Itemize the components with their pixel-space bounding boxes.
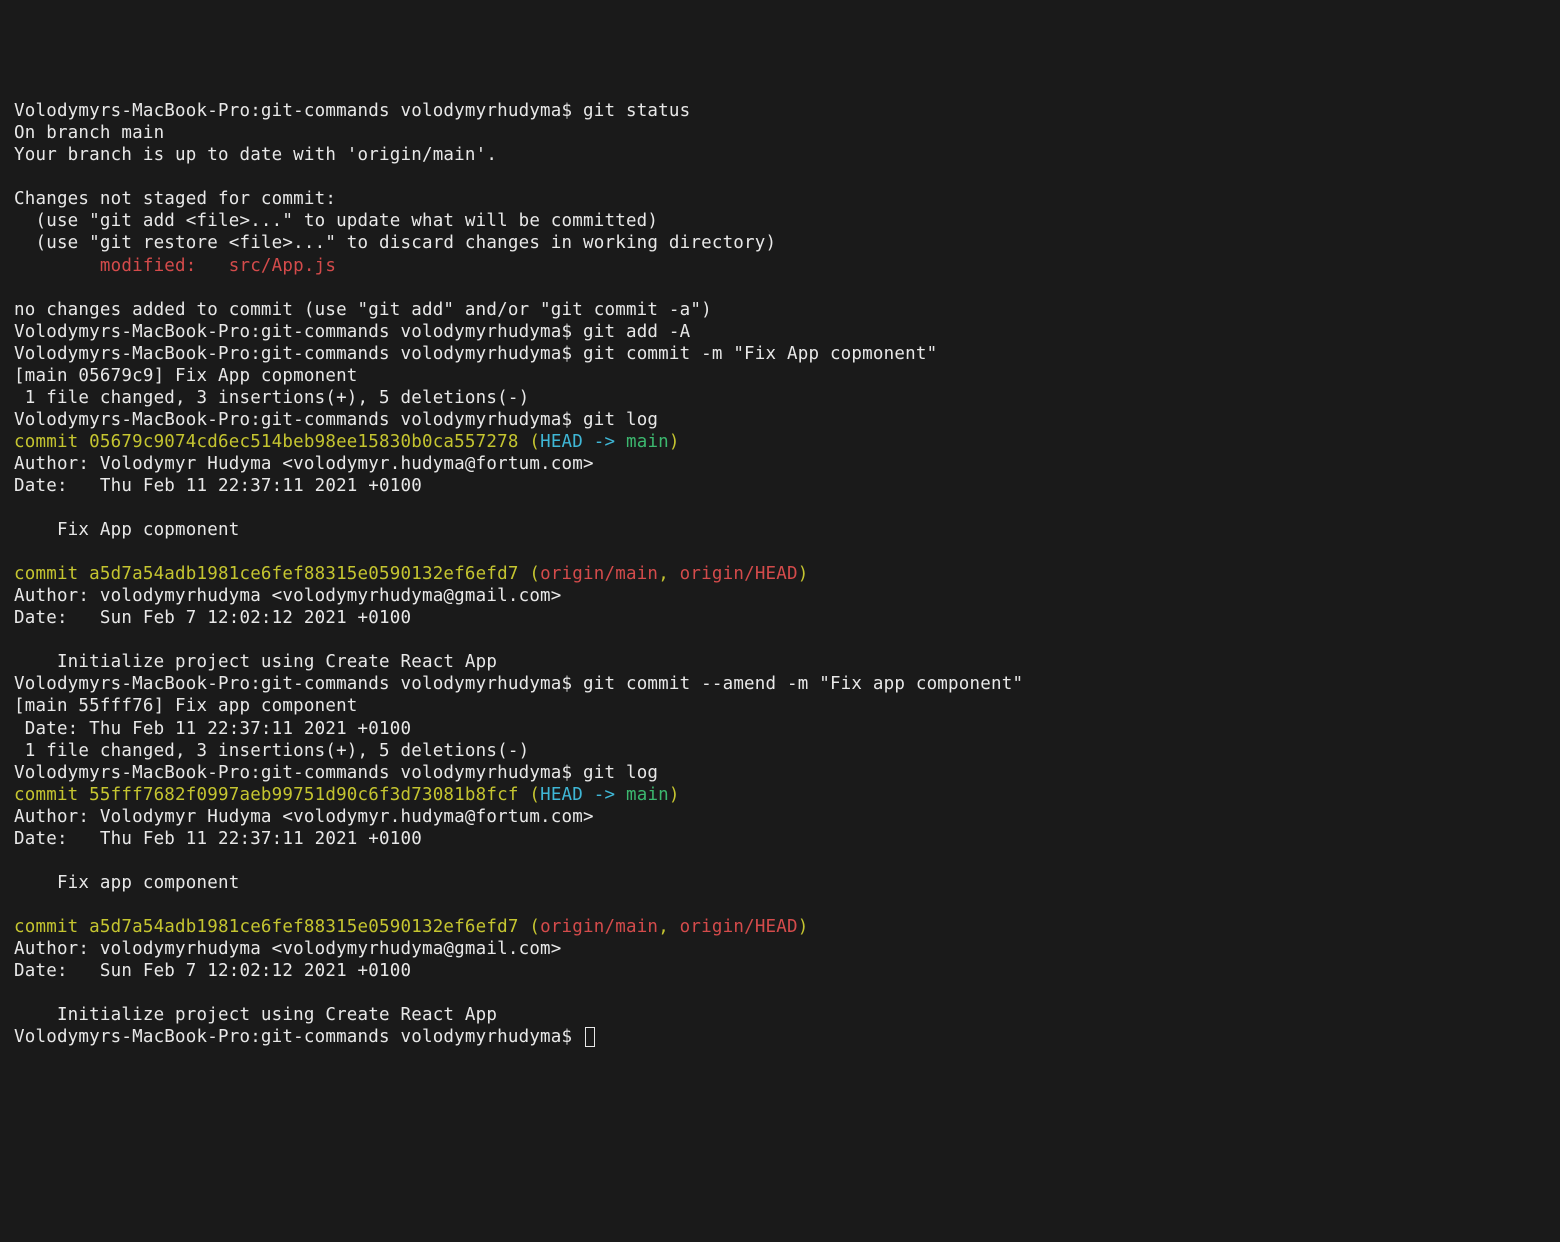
amend-result-header: [main 55fff76] Fix app component [14, 696, 358, 716]
paren-close: ) [669, 432, 680, 452]
comma: , [658, 564, 679, 584]
commit-author: Author: volodymyrhudyma <volodymyrhudyma… [14, 586, 562, 606]
paren-open: ( [519, 564, 540, 584]
comma: , [658, 917, 679, 937]
prompt: Volodymyrs-MacBook-Pro:git-commands volo… [14, 344, 583, 364]
terminal-output[interactable]: Volodymyrs-MacBook-Pro:git-commands volo… [14, 100, 1546, 1048]
commit-author: Author: volodymyrhudyma <volodymyrhudyma… [14, 939, 562, 959]
amend-result-stats: 1 file changed, 3 insertions(+), 5 delet… [14, 741, 529, 761]
commit-result-header: [main 05679c9] Fix App copmonent [14, 366, 358, 386]
command-git-log2: git log [583, 763, 658, 783]
ref-origin-head: origin/HEAD [680, 564, 798, 584]
command-git-commit-amend: git commit --amend -m "Fix app component… [583, 674, 1023, 694]
paren-close: ) [669, 785, 680, 805]
status-hint2: (use "git restore <file>..." to discard … [14, 233, 776, 253]
commit-date: Date: Thu Feb 11 22:37:11 2021 +0100 [14, 476, 422, 496]
prompt: Volodymyrs-MacBook-Pro:git-commands volo… [14, 410, 583, 430]
prompt: Volodymyrs-MacBook-Pro:git-commands volo… [14, 1027, 583, 1047]
ref-origin-head: origin/HEAD [680, 917, 798, 937]
paren-close: ) [798, 917, 809, 937]
amend-result-date: Date: Thu Feb 11 22:37:11 2021 +0100 [14, 719, 411, 739]
paren-open: ( [519, 917, 540, 937]
ref-head: HEAD -> [540, 432, 626, 452]
commit-date: Date: Sun Feb 7 12:02:12 2021 +0100 [14, 608, 411, 628]
commit-message: Fix app component [14, 873, 239, 893]
ref-origin-main: origin/main [540, 564, 658, 584]
status-modified: modified: src/App.js [14, 256, 336, 276]
paren-close: ) [798, 564, 809, 584]
command-git-commit: git commit -m "Fix App copmonent" [583, 344, 937, 364]
commit-message: Fix App copmonent [14, 520, 239, 540]
paren-open: ( [519, 432, 540, 452]
command-git-add: git add -A [583, 322, 690, 342]
commit-author: Author: Volodymyr Hudyma <volodymyr.hudy… [14, 454, 594, 474]
status-branch: On branch main [14, 123, 164, 143]
prompt: Volodymyrs-MacBook-Pro:git-commands volo… [14, 322, 583, 342]
prompt: Volodymyrs-MacBook-Pro:git-commands volo… [14, 674, 583, 694]
paren-open: ( [519, 785, 540, 805]
commit-author: Author: Volodymyr Hudyma <volodymyr.hudy… [14, 807, 594, 827]
prompt: Volodymyrs-MacBook-Pro:git-commands volo… [14, 763, 583, 783]
commit-sha: commit a5d7a54adb1981ce6fef88315e0590132… [14, 917, 519, 937]
commit-sha: commit 05679c9074cd6ec514beb98ee15830b0c… [14, 432, 519, 452]
ref-origin-main: origin/main [540, 917, 658, 937]
commit-date: Date: Sun Feb 7 12:02:12 2021 +0100 [14, 961, 411, 981]
command-git-log: git log [583, 410, 658, 430]
status-nochanges: no changes added to commit (use "git add… [14, 300, 712, 320]
commit-result-stats: 1 file changed, 3 insertions(+), 5 delet… [14, 388, 529, 408]
command-git-status: git status [583, 101, 690, 121]
commit-sha: commit a5d7a54adb1981ce6fef88315e0590132… [14, 564, 519, 584]
ref-main: main [626, 785, 669, 805]
ref-main: main [626, 432, 669, 452]
status-uptodate: Your branch is up to date with 'origin/m… [14, 145, 497, 165]
commit-sha: commit 55fff7682f0997aeb99751d90c6f3d730… [14, 785, 519, 805]
commit-date: Date: Thu Feb 11 22:37:11 2021 +0100 [14, 829, 422, 849]
status-hint1: (use "git add <file>..." to update what … [14, 211, 658, 231]
commit-message: Initialize project using Create React Ap… [14, 652, 497, 672]
ref-head: HEAD -> [540, 785, 626, 805]
status-notstaged: Changes not staged for commit: [14, 189, 336, 209]
commit-message: Initialize project using Create React Ap… [14, 1005, 497, 1025]
cursor-icon [585, 1027, 595, 1047]
prompt: Volodymyrs-MacBook-Pro:git-commands volo… [14, 101, 583, 121]
